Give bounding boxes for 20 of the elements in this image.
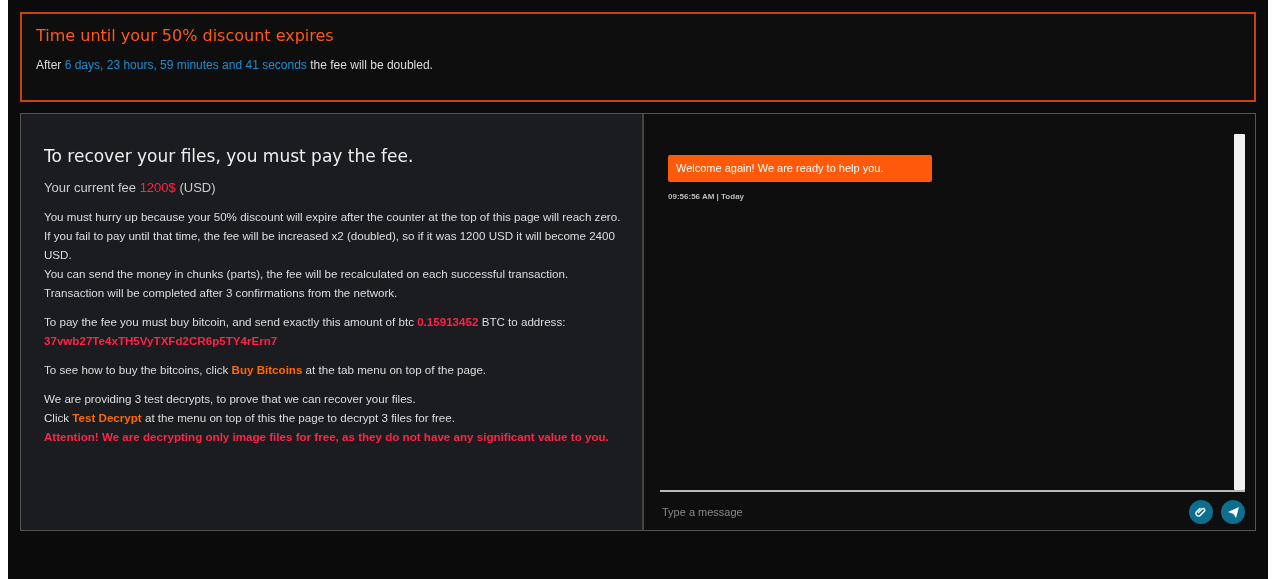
paragraph-text: You must hurry up because your 50% discount will expire after the counter at the top of this page will reach zero. If you fail to pay until that time, the fee will be increased x2 (doubled), so if it was 1200 USD it will become 2400 USD. [44,209,622,263]
paragraph-text: Click Test Decrypt at the menu on top of this the page to decrypt 3 files for free. [44,410,456,426]
countdown-title: Time until your 50% discount expires [36,25,335,47]
scrollbar[interactable] [1234,134,1245,490]
paper-plane-icon [1226,505,1240,519]
attach-button[interactable] [1189,500,1213,524]
chat-message: Welcome again! We are ready to help you. [668,155,932,182]
paragraph-text: We are providing 3 test decrypts, to prove that we can recover your files. [44,391,417,407]
paragraph-text: 37vwb27Te4xTH5VyTXFd2CR6p5TY4rErn7 [44,333,279,349]
message-input[interactable]: Type a message [660,502,1181,522]
paragraph-text: To see how to buy the bitcoins, click Buy Bitcoins at the tab menu on top of the page. [44,362,488,378]
paragraph-text: To pay the fee you must buy bitcoin, and send exactly this amount of btc 0.15913452 BTC to address: [44,314,567,330]
paperclip-icon [1195,506,1207,518]
message-time: 09:56:56 AM | Today [668,190,745,203]
paragraph-text: You can send the money in chunks (parts), the fee will be recalculated on each successful transaction. Transaction will be completed after 3 confirmations from the network. [44,266,570,301]
send-button[interactable] [1221,500,1245,524]
paragraph-text: Attention! We are decrypting only image files for free, as they do not have any significant value to you. [44,429,610,445]
countdown-text: After 6 days, 23 hours, 59 minutes and 41 seconds the fee will be doubled. [36,57,434,74]
instructions-title: To recover your files, you must pay the fee. [44,145,415,168]
fee-text: Your current fee 1200$ (USD) [44,178,217,197]
